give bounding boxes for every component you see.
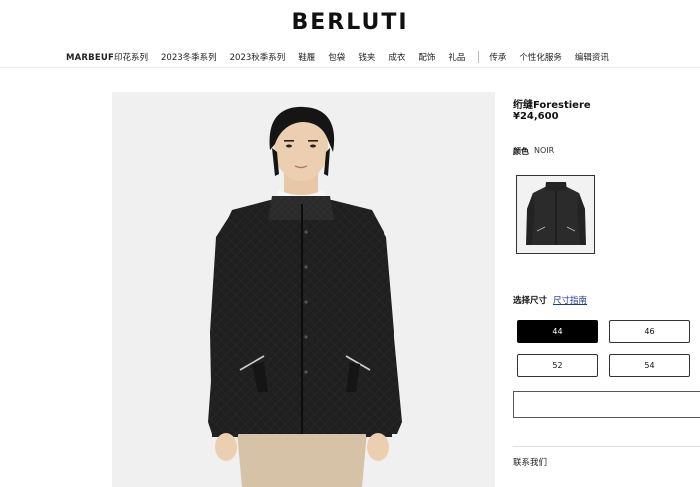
brand-logo[interactable]: BERLUTI: [0, 10, 700, 35]
color-selector: 颜色 NOIR: [513, 146, 554, 157]
nav-item-autumn-2023[interactable]: 2023秋季系列: [230, 51, 286, 63]
nav-item-accessories[interactable]: 配饰: [418, 51, 435, 63]
nav-item-gifts[interactable]: 礼品: [448, 51, 465, 63]
jacket-thumbnail: [525, 181, 586, 245]
size-option-52[interactable]: 52: [517, 354, 598, 377]
nav-item-editorial[interactable]: 编辑资讯: [575, 51, 609, 63]
product-image[interactable]: [112, 92, 495, 487]
nav-item-wallets[interactable]: 钱夹: [358, 51, 375, 63]
size-option-54[interactable]: 54: [609, 354, 690, 377]
nav-item-marbeuf-rest: 印花系列: [113, 53, 148, 63]
color-label: 颜色: [513, 147, 529, 156]
contact-us-link[interactable]: 联系我们: [513, 456, 547, 468]
nav-item-ready-to-wear[interactable]: 成衣: [388, 51, 405, 63]
nav-item-shoes[interactable]: 鞋履: [298, 51, 315, 63]
nav-item-bags[interactable]: 包袋: [328, 51, 345, 63]
main-nav: MARBEUF印花系列 2023冬季系列 2023秋季系列 鞋履 包袋 钱夹 成…: [66, 50, 700, 64]
product-title: 绗缝Forestiere: [513, 100, 591, 111]
product-price: ¥24,600: [513, 111, 559, 122]
size-guide-link[interactable]: 尺寸指南: [553, 294, 587, 306]
nav-divider: [478, 51, 480, 63]
color-value: NOIR: [534, 146, 555, 155]
nav-item-marbeuf-bold: MARBEUF: [66, 53, 114, 63]
size-selector-header: 选择尺寸 尺寸指南: [513, 294, 587, 306]
size-option-44[interactable]: 44: [517, 320, 598, 343]
nav-item-marbeuf[interactable]: MARBEUF印花系列: [66, 51, 148, 63]
nav-item-heritage[interactable]: 传承: [489, 51, 506, 63]
nav-item-personalization[interactable]: 个性化服务: [519, 51, 562, 63]
color-swatch-noir[interactable]: [516, 175, 595, 254]
size-option-46[interactable]: 46: [609, 320, 690, 343]
nav-item-winter-2023[interactable]: 2023冬季系列: [161, 51, 217, 63]
section-divider: [513, 446, 700, 447]
size-label: 选择尺寸: [513, 296, 548, 306]
header-divider: [0, 67, 700, 68]
model-wearing-jacket-illustration: [208, 106, 402, 487]
add-to-bag-button[interactable]: [513, 391, 700, 418]
